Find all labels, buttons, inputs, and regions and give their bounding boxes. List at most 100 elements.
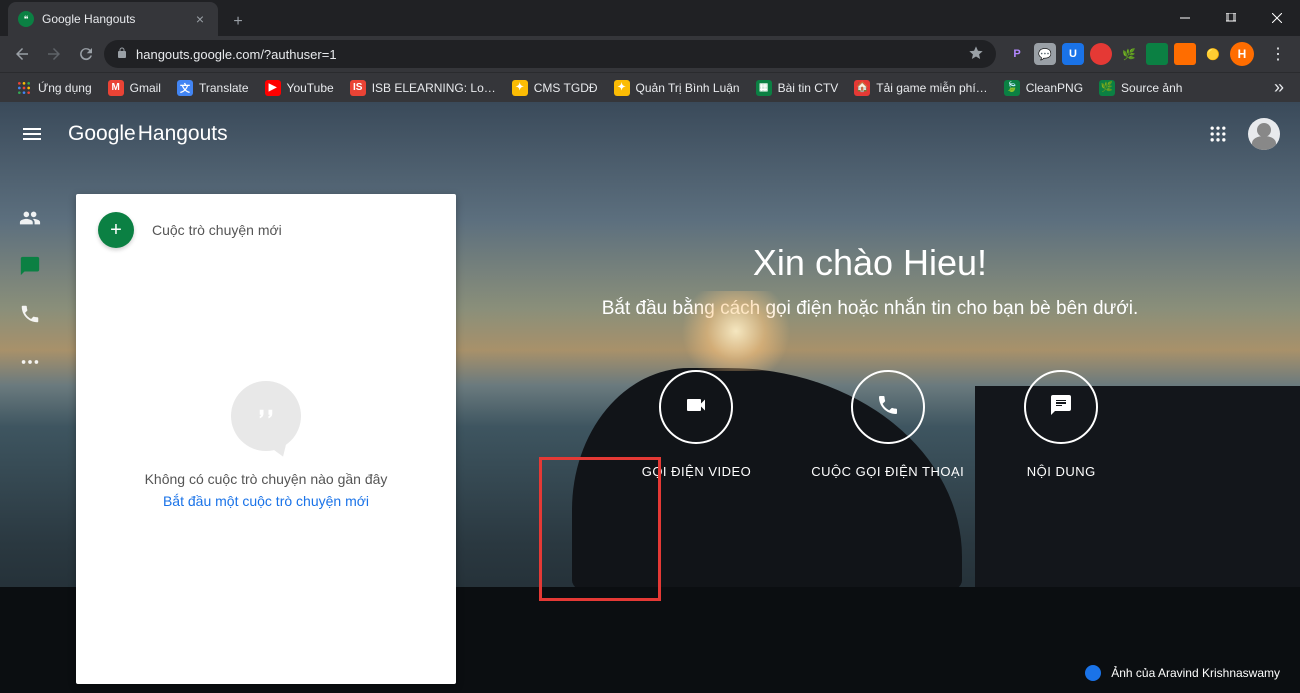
page-content: Google Hangouts + Cuộc trò chuyện mới Kh… [0, 102, 1300, 693]
bookmark-gmail[interactable]: M Gmail [102, 76, 167, 100]
window-controls [1162, 0, 1300, 36]
translate-icon: 文 [177, 80, 193, 96]
app-header: Google Hangouts [0, 102, 1300, 166]
cms-icon: ✦ [512, 80, 528, 96]
start-conversation-link[interactable]: Bắt đầu một cuộc trò chuyện mới [163, 493, 369, 509]
quote-bubble-icon [231, 381, 301, 451]
bookmark-baitin[interactable]: ▦ Bài tin CTV [750, 76, 845, 100]
url-bar[interactable]: hangouts.google.com/?authuser=1 [104, 40, 996, 68]
extension-icon[interactable] [1146, 43, 1168, 65]
bookmark-apps[interactable]: Ứng dụng [10, 76, 98, 100]
bookmarks-overflow-button[interactable]: » [1268, 73, 1290, 102]
minimize-button[interactable] [1162, 0, 1208, 36]
bookmark-label: CleanPNG [1026, 81, 1083, 95]
extension-icon[interactable]: 🌿 [1118, 43, 1140, 65]
phone-icon [876, 393, 900, 422]
profile-badge[interactable]: H [1230, 42, 1254, 66]
left-rail [0, 166, 60, 374]
extension-p-icon[interactable]: P [1006, 43, 1028, 65]
bookmark-star-icon[interactable] [968, 45, 984, 64]
extension-icon[interactable] [1090, 43, 1112, 65]
phone-call-label: CUỘC GỌI ĐIỆN THOẠI [811, 464, 964, 479]
bookmark-label: Translate [199, 81, 249, 95]
bookmark-label: Source ảnh [1121, 81, 1182, 95]
greeting-text: Xin chào Hieu! [480, 242, 1260, 284]
maximize-button[interactable] [1208, 0, 1254, 36]
credit-text: Ảnh của Aravind Krishnaswamy [1111, 666, 1280, 680]
action-buttons: GỌI ĐIỆN VIDEO CUỘC GỌI ĐIỆN THOẠI NỘI D… [480, 370, 1260, 479]
bookmark-cms[interactable]: ✦ CMS TGDĐ [506, 76, 604, 100]
main-menu-button[interactable] [20, 122, 44, 146]
extension-icon[interactable]: U [1062, 43, 1084, 65]
url-text: hangouts.google.com/?authuser=1 [136, 47, 337, 62]
subtitle-text: Bắt đầu bằng cách gọi điện hoặc nhắn tin… [480, 298, 1260, 320]
lock-icon [116, 47, 128, 62]
bookmark-label: Tải game miễn phí… [876, 81, 987, 95]
extension-icons: P 💬 U 🌿 🟡 H [1000, 42, 1260, 66]
new-conversation-button[interactable]: + [98, 212, 134, 248]
contacts-tab[interactable] [18, 206, 42, 230]
bookmark-quantri[interactable]: ✦ Quản Trị Bình Luận [608, 76, 746, 100]
chat-panel: + Cuộc trò chuyện mới Không có cuộc trò … [76, 194, 456, 684]
credit-dot-icon [1085, 665, 1101, 681]
message-icon [1049, 393, 1073, 422]
new-conversation-label: Cuộc trò chuyện mới [152, 222, 282, 238]
account-avatar[interactable] [1248, 118, 1280, 150]
bookmark-label: Bài tin CTV [778, 81, 839, 95]
bookmarks-bar: Ứng dụng MGmail 文Translate ▶YouTube ISIS… [0, 72, 1300, 102]
source-icon: 🌿 [1099, 80, 1115, 96]
bookmark-taigame[interactable]: 🏠 Tải game miễn phí… [848, 76, 993, 100]
cleanpng-icon: 🍃 [1004, 80, 1020, 96]
close-window-button[interactable] [1254, 0, 1300, 36]
photo-credit[interactable]: Ảnh của Aravind Krishnaswamy [1085, 665, 1280, 681]
message-label: NỘI DUNG [1027, 464, 1096, 479]
browser-titlebar: ❝ Google Hangouts × + [0, 0, 1300, 36]
close-tab-icon[interactable]: × [192, 11, 208, 27]
tab-title: Google Hangouts [42, 12, 192, 26]
isb-icon: IS [350, 80, 366, 96]
reload-button[interactable] [72, 40, 100, 68]
browser-menu-button[interactable]: ⋮ [1264, 40, 1292, 68]
bookmark-label: CMS TGDĐ [534, 81, 598, 95]
logo-hangouts: Hangouts [138, 122, 228, 146]
back-button[interactable] [8, 40, 36, 68]
taigame-icon: 🏠 [854, 80, 870, 96]
empty-message: Không có cuộc trò chuyện nào gần đây [145, 471, 388, 487]
conversations-tab[interactable] [18, 254, 42, 278]
bookmark-isb[interactable]: IS ISB ELEARNING: Lo… [344, 76, 502, 100]
calls-tab[interactable] [18, 302, 42, 326]
extension-icon[interactable]: 🟡 [1202, 43, 1224, 65]
bookmark-label: ISB ELEARNING: Lo… [372, 81, 496, 95]
hangouts-favicon: ❝ [18, 11, 34, 27]
extension-icon[interactable] [1174, 43, 1196, 65]
hero-section: Xin chào Hieu! Bắt đầu bằng cách gọi điệ… [480, 242, 1260, 479]
bookmark-source[interactable]: 🌿 Source ảnh [1093, 76, 1188, 100]
youtube-icon: ▶ [265, 80, 281, 96]
app-logo: Google Hangouts [68, 122, 228, 146]
empty-state: Không có cuộc trò chuyện nào gần đây Bắt… [76, 266, 456, 684]
message-button[interactable]: NỘI DUNG [1024, 370, 1098, 479]
gmail-icon: M [108, 80, 124, 96]
bookmark-label: Quản Trị Bình Luận [636, 81, 740, 95]
baitin-icon: ▦ [756, 80, 772, 96]
bookmark-label: YouTube [287, 81, 334, 95]
new-tab-button[interactable]: + [224, 8, 252, 36]
quantri-icon: ✦ [614, 80, 630, 96]
google-apps-button[interactable] [1208, 124, 1228, 144]
browser-tab[interactable]: ❝ Google Hangouts × [8, 2, 218, 36]
bookmark-cleanpng[interactable]: 🍃 CleanPNG [998, 76, 1089, 100]
video-icon [684, 393, 708, 422]
logo-google: Google [68, 122, 136, 146]
browser-toolbar: hangouts.google.com/?authuser=1 P 💬 U 🌿 … [0, 36, 1300, 72]
bookmark-label: Ứng dụng [38, 81, 92, 95]
video-call-button[interactable]: GỌI ĐIỆN VIDEO [642, 370, 752, 479]
more-tab[interactable] [18, 350, 42, 374]
bookmark-youtube[interactable]: ▶ YouTube [259, 76, 340, 100]
new-conversation-row[interactable]: + Cuộc trò chuyện mới [76, 194, 456, 266]
bookmark-translate[interactable]: 文 Translate [171, 76, 255, 100]
phone-call-button[interactable]: CUỘC GỌI ĐIỆN THOẠI [811, 370, 964, 479]
extension-icon[interactable]: 💬 [1034, 43, 1056, 65]
forward-button[interactable] [40, 40, 68, 68]
video-call-label: GỌI ĐIỆN VIDEO [642, 464, 752, 479]
bookmark-label: Gmail [130, 81, 161, 95]
